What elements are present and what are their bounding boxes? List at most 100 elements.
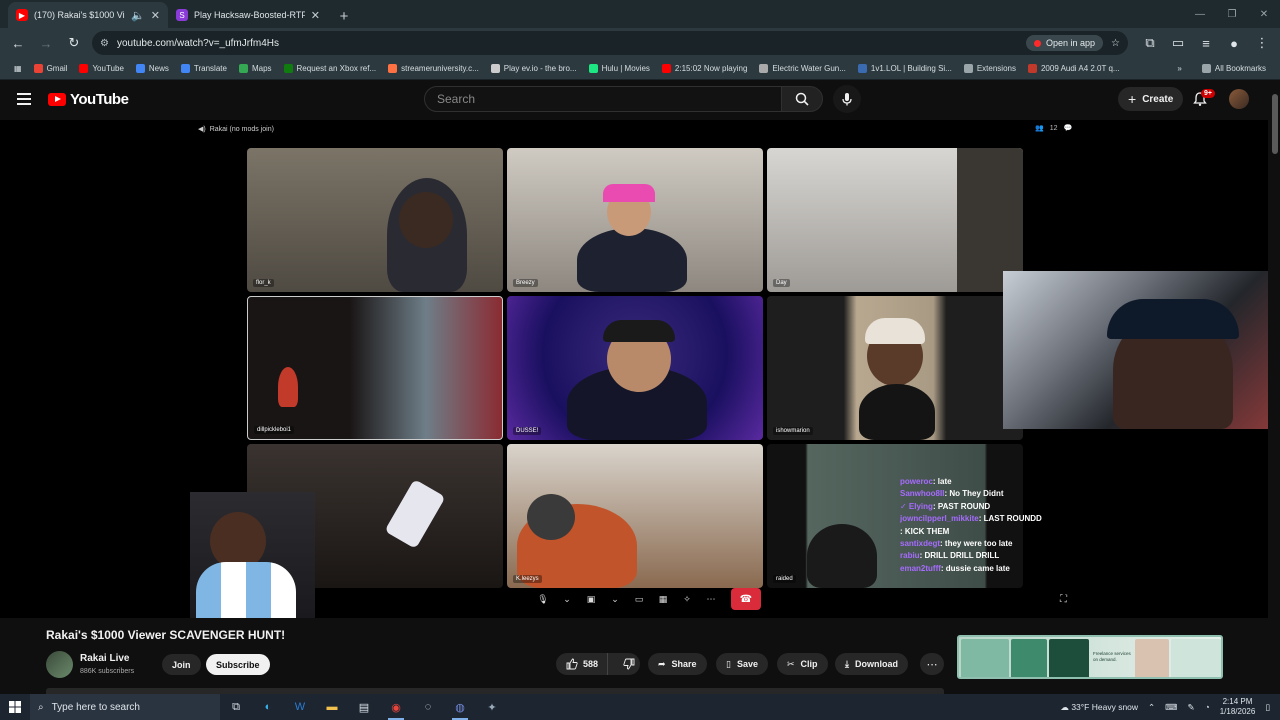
site-info-icon[interactable]: ⚙ [100,38,109,49]
more-options-icon[interactable]: ⋯ [701,589,721,609]
scrollbar-thumb[interactable] [1272,94,1278,154]
bookmark-item[interactable]: News [130,64,175,73]
back-icon[interactable]: ← [6,31,30,55]
keyboard-icon[interactable]: ⌨ [1165,702,1177,713]
save-button[interactable]: ▯ Save [716,653,768,675]
bookmark-item[interactable]: Play ev.io - the bro... [485,64,583,73]
notifications-icon[interactable]: ▯ [1265,702,1270,713]
browser-menu-icon[interactable]: ⋮ [1250,31,1274,55]
bookmark-star-icon[interactable]: ☆ [1111,38,1120,49]
chat-line: : KICK THEM [900,526,950,536]
app-icon[interactable]: ✦ [476,694,508,720]
close-tab-icon[interactable]: ✕ [151,9,160,22]
chevron-down-icon[interactable]: ⌄ [557,589,577,609]
chevron-up-icon[interactable]: ⌃ [1148,702,1155,713]
voice-search-button[interactable] [833,85,861,113]
hang-up-button[interactable]: ☎ [731,588,761,610]
search-button[interactable] [781,86,823,112]
task-view-icon[interactable]: ⧉ [220,694,252,720]
hamburger-menu-icon[interactable] [17,93,31,105]
chat-line: Sanwhoo8II: No They Didnt [900,489,1004,499]
youtube-logo[interactable]: YouTube [48,91,129,108]
participant-tile: Day [767,148,1023,292]
all-bookmarks[interactable]: All Bookmarks [1196,64,1272,73]
word-icon[interactable]: W [284,694,316,720]
chevron-down-icon[interactable]: ⌄ [605,589,625,609]
chrome-icon[interactable]: ◉ [380,694,412,720]
xbox-icon [283,64,293,73]
download-button[interactable]: ⤓ Download [835,653,908,675]
page-scrollbar[interactable] [1270,80,1280,694]
clip-button[interactable]: ✂ Clip [777,653,828,675]
bookmark-item[interactable]: streameruniversity.c... [382,64,485,73]
bookmark-item[interactable]: YouTube [73,64,129,73]
channel-avatar[interactable] [46,651,73,678]
hulu-icon [588,64,598,73]
omnibox[interactable]: ⚙ youtube.com/watch?v=_ufmJrfm4Hs Open i… [92,31,1128,55]
profile-icon[interactable]: ● [1222,31,1246,55]
bookmark-item[interactable]: 2009 Audi A4 2.0T q... [1022,64,1126,73]
reload-icon[interactable]: ↻ [62,31,86,55]
bookmark-item[interactable]: Gmail [28,64,74,73]
participant-name: K.leezys [513,575,542,583]
create-button[interactable]: + Create [1118,87,1184,111]
system-tray: ☁ 33°F Heavy snow ⌃ ⌨ ✎ ◔ 2:14 PM 1/18/2… [1060,697,1280,717]
taskbar-search-input[interactable]: ⌕ Type here to search [30,694,220,720]
clock[interactable]: 2:14 PM 1/18/2026 [1220,697,1256,717]
maximize-icon[interactable]: ❐ [1216,0,1248,28]
youtube-icon: ▶ [16,9,28,21]
extensions-icon[interactable]: ⧉ [1138,31,1162,55]
share-button[interactable]: ➦ Share [648,653,707,675]
tab-stake[interactable]: S Play Hacksaw-Boosted-RTP Ca ✕ [168,2,328,28]
close-window-icon[interactable]: ✕ [1248,0,1280,28]
new-tab-button[interactable]: + [332,4,356,28]
forward-icon[interactable]: → [34,31,58,55]
mic-toggle-icon[interactable]: 🎙 [533,589,553,609]
bookmark-item[interactable]: Extensions [958,64,1022,73]
channel-name[interactable]: Rakai Live [80,653,129,664]
windows-start-icon[interactable] [0,694,30,720]
file-explorer-icon[interactable]: ▬ [316,694,348,720]
like-button[interactable]: 588 [556,653,609,675]
apps-grid-icon[interactable]: ▦ [8,64,28,73]
network-icon[interactable]: ◔ [1205,702,1210,712]
steam-icon[interactable]: ◌ [412,694,444,720]
join-button[interactable]: Join [162,654,201,675]
minimize-icon[interactable]: — [1184,0,1216,28]
discord-icon[interactable]: ◍ [444,694,476,720]
more-actions-button[interactable]: ⋯ [920,653,944,675]
streamer-webcam-overlay [1003,271,1268,429]
media-icon[interactable]: ▭ [1166,31,1190,55]
puzzle-icon [963,64,973,73]
open-in-app-button[interactable]: Open in app [1025,35,1104,51]
youtube-dot-icon [1033,39,1041,47]
fullscreen-icon[interactable]: ⛶ [1060,594,1067,605]
bookmark-item[interactable]: Hulu | Movies [583,64,656,73]
search-input[interactable]: Search [424,86,782,112]
camera-toggle-icon[interactable]: ▣ [581,589,601,609]
subscribe-button[interactable]: Subscribe [206,654,270,675]
bookmark-item[interactable]: 1v1.LOL | Building Si... [852,64,958,73]
bookmark-item[interactable]: 2:15:02 Now playing [656,64,754,73]
tab-youtube[interactable]: ▶ (170) Rakai's $1000 Viewer 🔈 ✕ [8,2,168,28]
close-tab-icon[interactable]: ✕ [311,9,320,22]
edge-icon[interactable]: ◐ [252,694,284,720]
dislike-button[interactable] [614,653,644,675]
weather-widget[interactable]: ☁ 33°F Heavy snow [1060,702,1138,713]
speaker-icon[interactable]: 🔈 [131,9,145,22]
bookmark-item[interactable]: Maps [233,64,278,73]
grid-layout-icon[interactable]: ▦ [653,589,673,609]
youtube-header: YouTube Search + Create 9+ [0,80,1280,120]
reading-list-icon[interactable]: ≡ [1194,31,1218,55]
pen-icon[interactable]: ✎ [1187,702,1194,713]
bookmark-item[interactable]: Translate [175,64,233,73]
effects-icon[interactable]: ✧ [677,589,697,609]
account-avatar[interactable] [1229,89,1249,109]
video-player[interactable]: ◀) Rakai (no mods join) 👥 12 💬 flor_k Breez… [0,120,1268,618]
more-bookmarks-icon[interactable]: » [1171,64,1187,73]
store-icon[interactable]: ▤ [348,694,380,720]
bookmark-item[interactable]: Electric Water Gun... [753,64,852,73]
screen-share-icon[interactable]: ▭ [629,589,649,609]
bookmark-item[interactable]: Request an Xbox ref... [278,64,383,73]
ad-banner[interactable]: Freelance services on demand. [957,635,1223,679]
